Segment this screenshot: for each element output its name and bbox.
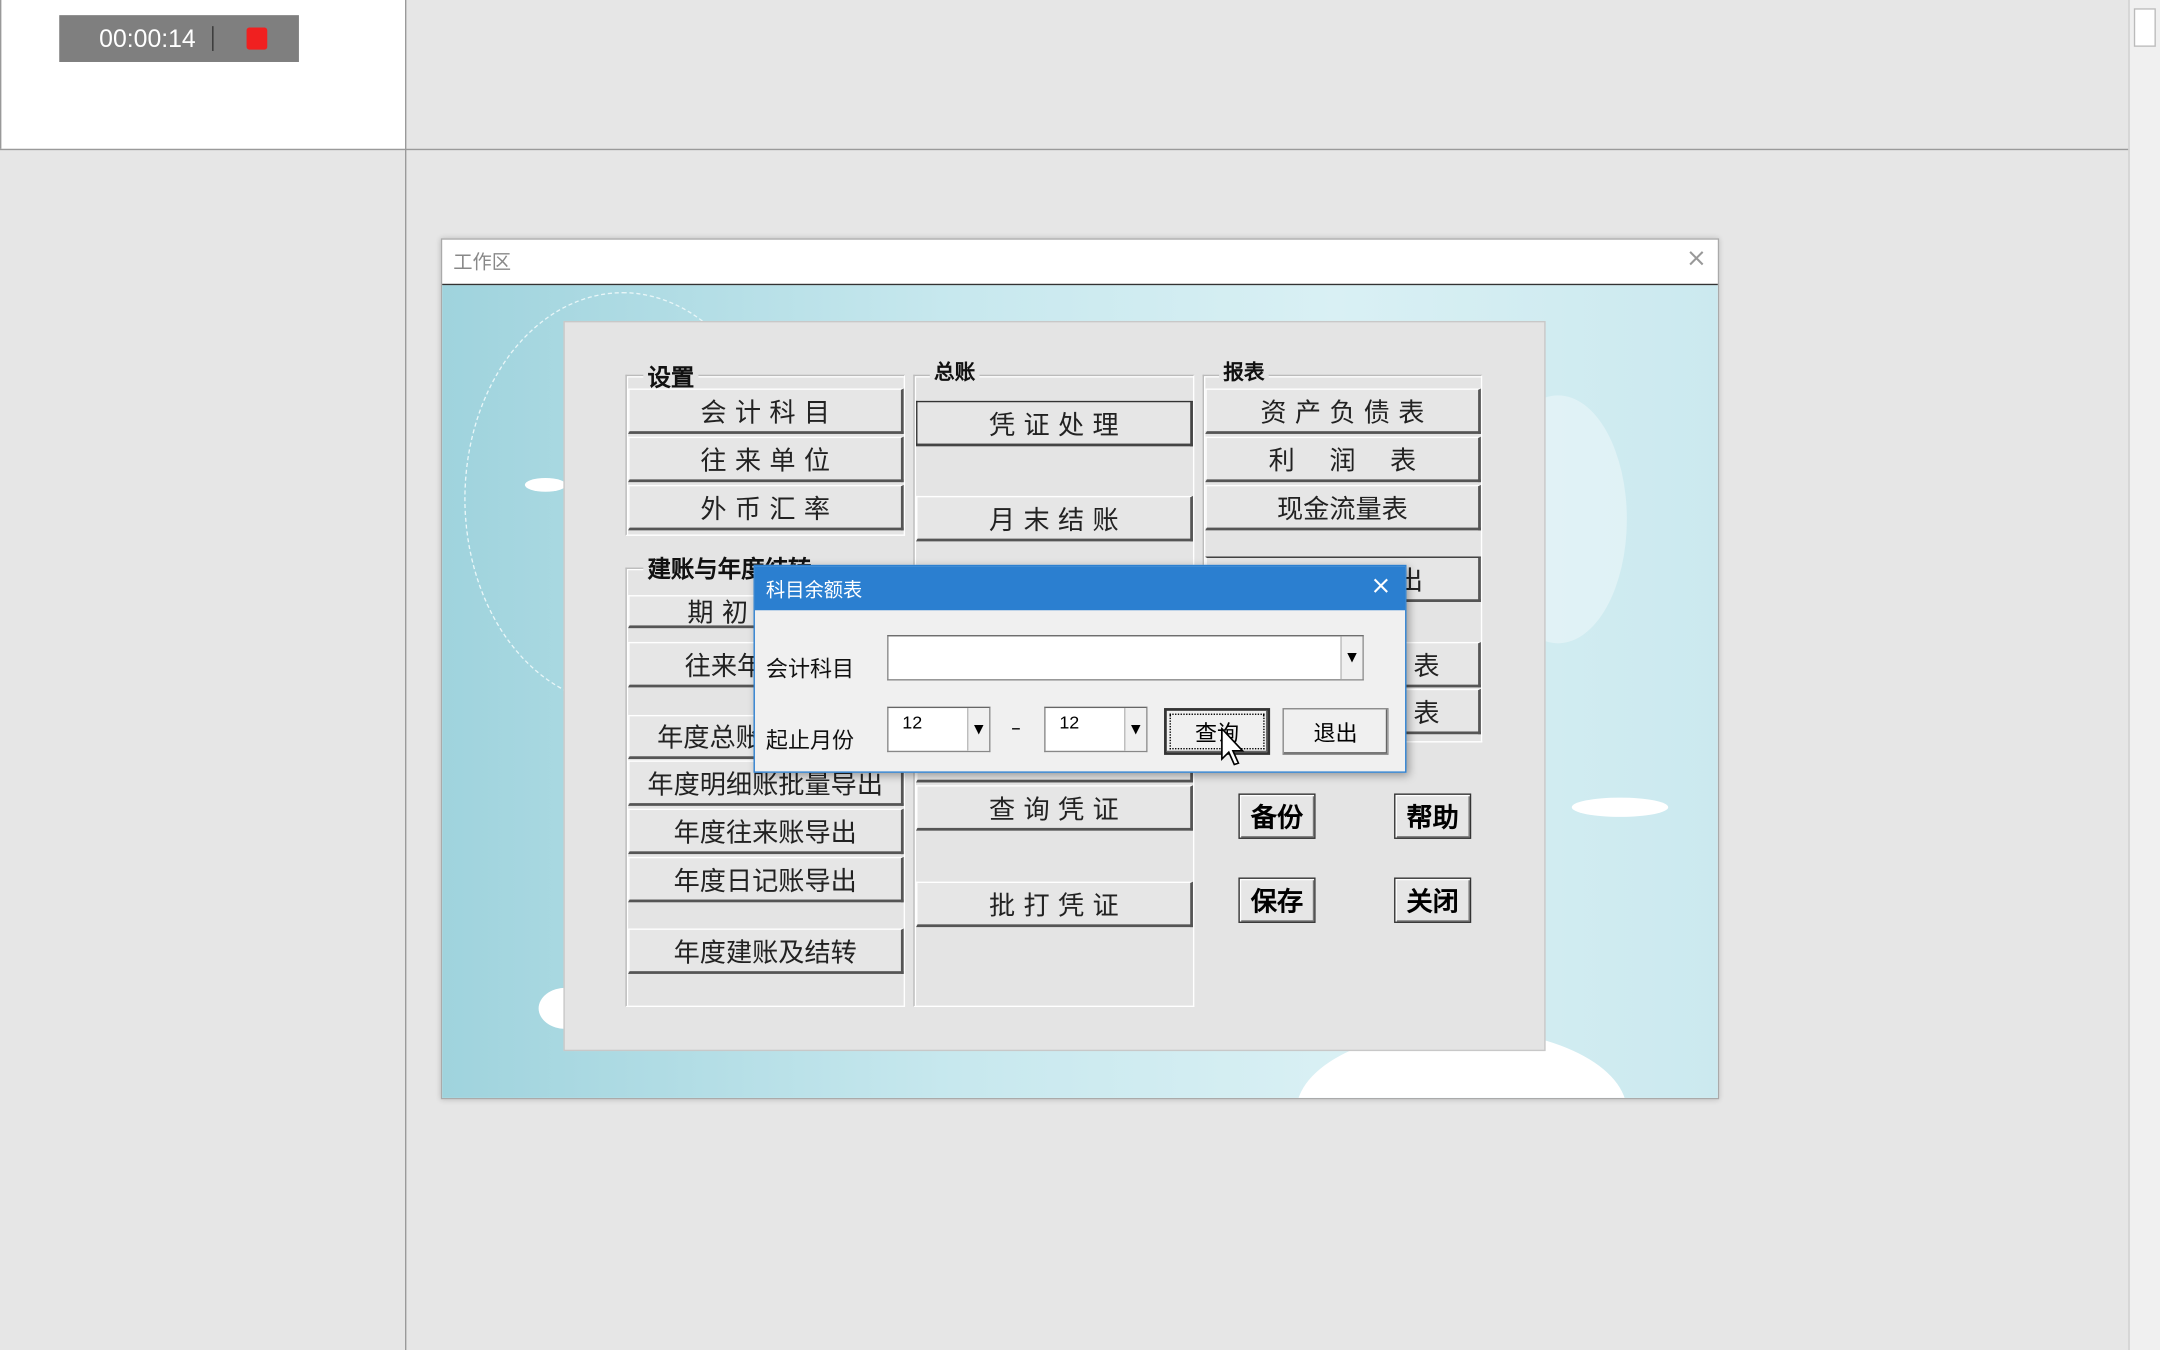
group-label: 设置 <box>643 358 699 393</box>
mouse-cursor-icon <box>1221 727 1245 766</box>
exchange-rate-button[interactable]: 外 币 汇 率 <box>628 484 904 531</box>
chevron-down-icon[interactable]: ▼ <box>1340 636 1363 680</box>
query-voucher-button[interactable]: 查 询 凭 证 <box>916 785 1193 831</box>
scrollbar[interactable] <box>2128 0 2160 1350</box>
month-end-close-button[interactable]: 月 末 结 账 <box>916 495 1193 542</box>
annual-partner-export-button[interactable]: 年度往来账导出 <box>628 808 904 855</box>
batch-print-voucher-button[interactable]: 批 打 凭 证 <box>916 881 1193 928</box>
income-statement-button[interactable]: 利 润 表 <box>1205 436 1481 483</box>
account-combobox[interactable]: ▼ <box>887 635 1364 681</box>
cloud <box>1571 797 1669 817</box>
close-icon[interactable]: × <box>1371 572 1392 601</box>
recording-timer: 00:00:14 <box>59 15 299 62</box>
elapsed-time: 00:00:14 <box>99 24 196 52</box>
group-label: 总账 <box>929 356 980 386</box>
cash-flow-button[interactable]: 现金流量表 <box>1205 484 1481 531</box>
window-title: 工作区 <box>453 252 512 275</box>
cloud <box>524 478 567 492</box>
help-button[interactable]: 帮助 <box>1394 793 1472 839</box>
annual-setup-carryover-button[interactable]: 年度建账及结转 <box>628 928 904 974</box>
start-month-value: 12 <box>902 712 923 733</box>
range-dash: – <box>1011 717 1021 740</box>
voucher-processing-button[interactable]: 凭 证 处 理 <box>916 400 1193 447</box>
dialog-titlebar: 科目余额表 × <box>754 566 1406 611</box>
end-month-select[interactable]: 12 ▼ <box>1044 706 1148 753</box>
chevron-down-icon[interactable]: ▼ <box>1124 708 1147 751</box>
backup-button[interactable]: 备份 <box>1238 793 1316 839</box>
partners-button[interactable]: 往 来 单 位 <box>628 436 904 483</box>
account-balance-dialog: 科目余额表 × 会计科目 ▼ 起止月份 12 ▼ – 12 ▼ 查询 退出 <box>753 564 1407 773</box>
divider <box>0 148 2129 151</box>
group-label: 报表 <box>1219 356 1269 386</box>
exit-button[interactable]: 退出 <box>1282 708 1389 755</box>
separator <box>212 26 214 51</box>
stop-icon[interactable] <box>246 27 268 50</box>
divider <box>404 0 407 1350</box>
save-button[interactable]: 保存 <box>1238 877 1316 923</box>
start-month-select[interactable]: 12 ▼ <box>887 706 991 753</box>
dialog-title: 科目余额表 <box>765 579 863 602</box>
period-label: 起止月份 <box>765 727 855 754</box>
account-label: 会计科目 <box>765 655 855 682</box>
balance-sheet-button[interactable]: 资 产 负 债 表 <box>1205 388 1481 434</box>
end-month-value: 12 <box>1059 712 1080 733</box>
account-subjects-button[interactable]: 会 计 科 目 <box>628 388 904 434</box>
scrollbar-thumb[interactable] <box>2133 8 2156 47</box>
annual-journal-export-button[interactable]: 年度日记账导出 <box>628 856 904 903</box>
close-button[interactable]: 关闭 <box>1394 877 1472 923</box>
close-icon[interactable]: × <box>1686 244 1707 273</box>
query-button[interactable]: 查询 <box>1164 708 1271 755</box>
chevron-down-icon[interactable]: ▼ <box>967 708 990 751</box>
